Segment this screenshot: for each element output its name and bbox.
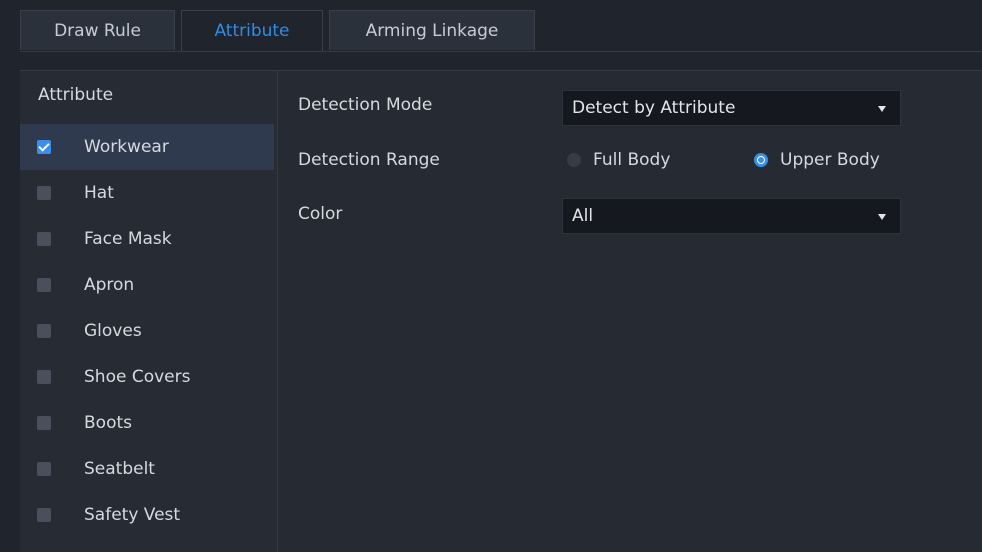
checkbox[interactable] — [37, 232, 51, 246]
checkbox[interactable] — [37, 370, 51, 384]
tab-attribute[interactable]: Attribute — [181, 10, 323, 51]
tab-label: Arming Linkage — [365, 20, 499, 41]
attribute-item-label: Workwear — [84, 137, 169, 157]
attribute-list: Attribute Workwear Hat Face Mask Apron G… — [20, 71, 278, 552]
radio-label: Upper Body — [780, 150, 880, 170]
tab-arming-linkage[interactable]: Arming Linkage — [329, 10, 535, 50]
attribute-item-shoe-covers[interactable]: Shoe Covers — [20, 354, 274, 400]
detection-range-label: Detection Range — [298, 150, 440, 170]
attribute-item-label: Hat — [84, 183, 114, 203]
attribute-item-label: Boots — [84, 413, 132, 433]
attribute-item-label: Seatbelt — [84, 459, 155, 479]
tab-label: Draw Rule — [54, 20, 141, 41]
attribute-item-boots[interactable]: Boots — [20, 400, 274, 446]
checkbox[interactable] — [37, 186, 51, 200]
color-value: All — [572, 206, 594, 226]
detection-mode-select[interactable]: Detect by Attribute — [562, 90, 901, 126]
attribute-item-label: Shoe Covers — [84, 367, 191, 387]
attribute-item-hat[interactable]: Hat — [20, 170, 274, 216]
radio-upper-body[interactable]: Upper Body — [754, 150, 880, 170]
checkbox[interactable] — [37, 508, 51, 522]
attribute-item-label: Face Mask — [84, 229, 172, 249]
attribute-item-label: Apron — [84, 275, 135, 295]
attribute-item-label: Gloves — [84, 321, 142, 341]
detection-mode-label: Detection Mode — [298, 95, 433, 115]
radio-off-icon — [567, 153, 581, 167]
checkbox[interactable] — [37, 278, 51, 292]
radio-label: Full Body — [593, 150, 671, 170]
dropdown-arrow-icon — [878, 106, 886, 112]
checkbox[interactable] — [37, 140, 51, 154]
checkbox[interactable] — [37, 324, 51, 338]
color-select[interactable]: All — [562, 198, 901, 234]
attribute-item-apron[interactable]: Apron — [20, 262, 274, 308]
attribute-item-safety-vest[interactable]: Safety Vest — [20, 492, 274, 538]
attribute-item-face-mask[interactable]: Face Mask — [20, 216, 274, 262]
tab-label: Attribute — [214, 21, 290, 41]
tab-bar: Draw Rule Attribute Arming Linkage — [20, 10, 982, 52]
dropdown-arrow-icon — [878, 214, 886, 220]
attribute-item-label: Safety Vest — [84, 505, 181, 525]
radio-on-icon — [754, 153, 768, 167]
checkbox[interactable] — [37, 462, 51, 476]
tab-draw-rule[interactable]: Draw Rule — [20, 10, 175, 50]
detection-mode-value: Detect by Attribute — [572, 98, 736, 118]
color-label: Color — [298, 204, 343, 224]
attribute-panel: Attribute Workwear Hat Face Mask Apron G… — [20, 70, 982, 552]
attribute-item-seatbelt[interactable]: Seatbelt — [20, 446, 274, 492]
attribute-item-gloves[interactable]: Gloves — [20, 308, 274, 354]
attribute-list-title: Attribute — [38, 85, 114, 105]
attribute-item-workwear[interactable]: Workwear — [20, 124, 274, 170]
checkbox[interactable] — [37, 416, 51, 430]
radio-full-body[interactable]: Full Body — [567, 150, 670, 170]
